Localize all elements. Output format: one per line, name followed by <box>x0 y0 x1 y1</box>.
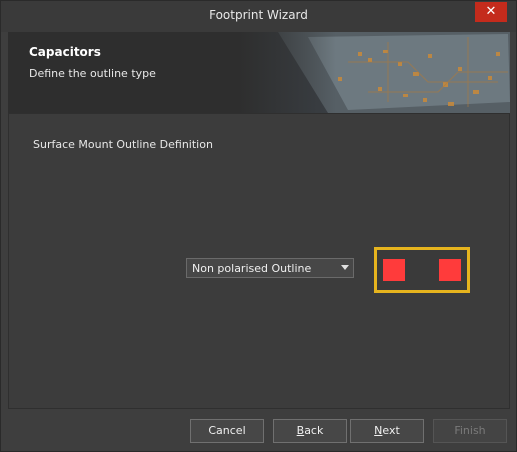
pad-left <box>383 259 405 281</box>
window-title: Footprint Wizard <box>209 8 308 22</box>
pad-right <box>439 259 461 281</box>
close-button[interactable]: ✕ <box>475 2 507 22</box>
cancel-button[interactable]: Cancel <box>190 419 264 443</box>
pcb-banner-image <box>238 32 510 113</box>
outline-type-value: Non polarised Outline <box>192 262 312 275</box>
page-title: Capacitors <box>29 45 101 59</box>
wizard-footer: Cancel Back Next Finish <box>1 409 516 451</box>
section-label: Surface Mount Outline Definition <box>33 138 213 151</box>
wizard-header: Capacitors Define the outline type <box>8 32 510 113</box>
page-subtitle: Define the outline type <box>29 67 156 80</box>
back-button[interactable]: Back <box>273 419 347 443</box>
next-button[interactable]: Next <box>350 419 424 443</box>
next-label-rest: ext <box>382 424 400 437</box>
chevron-down-icon <box>341 265 349 270</box>
title-bar: Footprint Wizard ✕ <box>1 1 516 32</box>
wizard-content-panel: Surface Mount Outline Definition Non pol… <box>8 113 510 409</box>
outline-type-select[interactable]: Non polarised Outline <box>186 258 354 278</box>
finish-label: Finish <box>454 424 486 437</box>
close-icon: ✕ <box>485 4 497 19</box>
back-label-rest: ack <box>304 424 324 437</box>
footprint-wizard-window: Footprint Wizard ✕ Capacitors Define the… <box>0 0 517 452</box>
outline-preview <box>374 247 470 293</box>
cancel-label: Cancel <box>208 424 246 437</box>
finish-button: Finish <box>433 419 507 443</box>
